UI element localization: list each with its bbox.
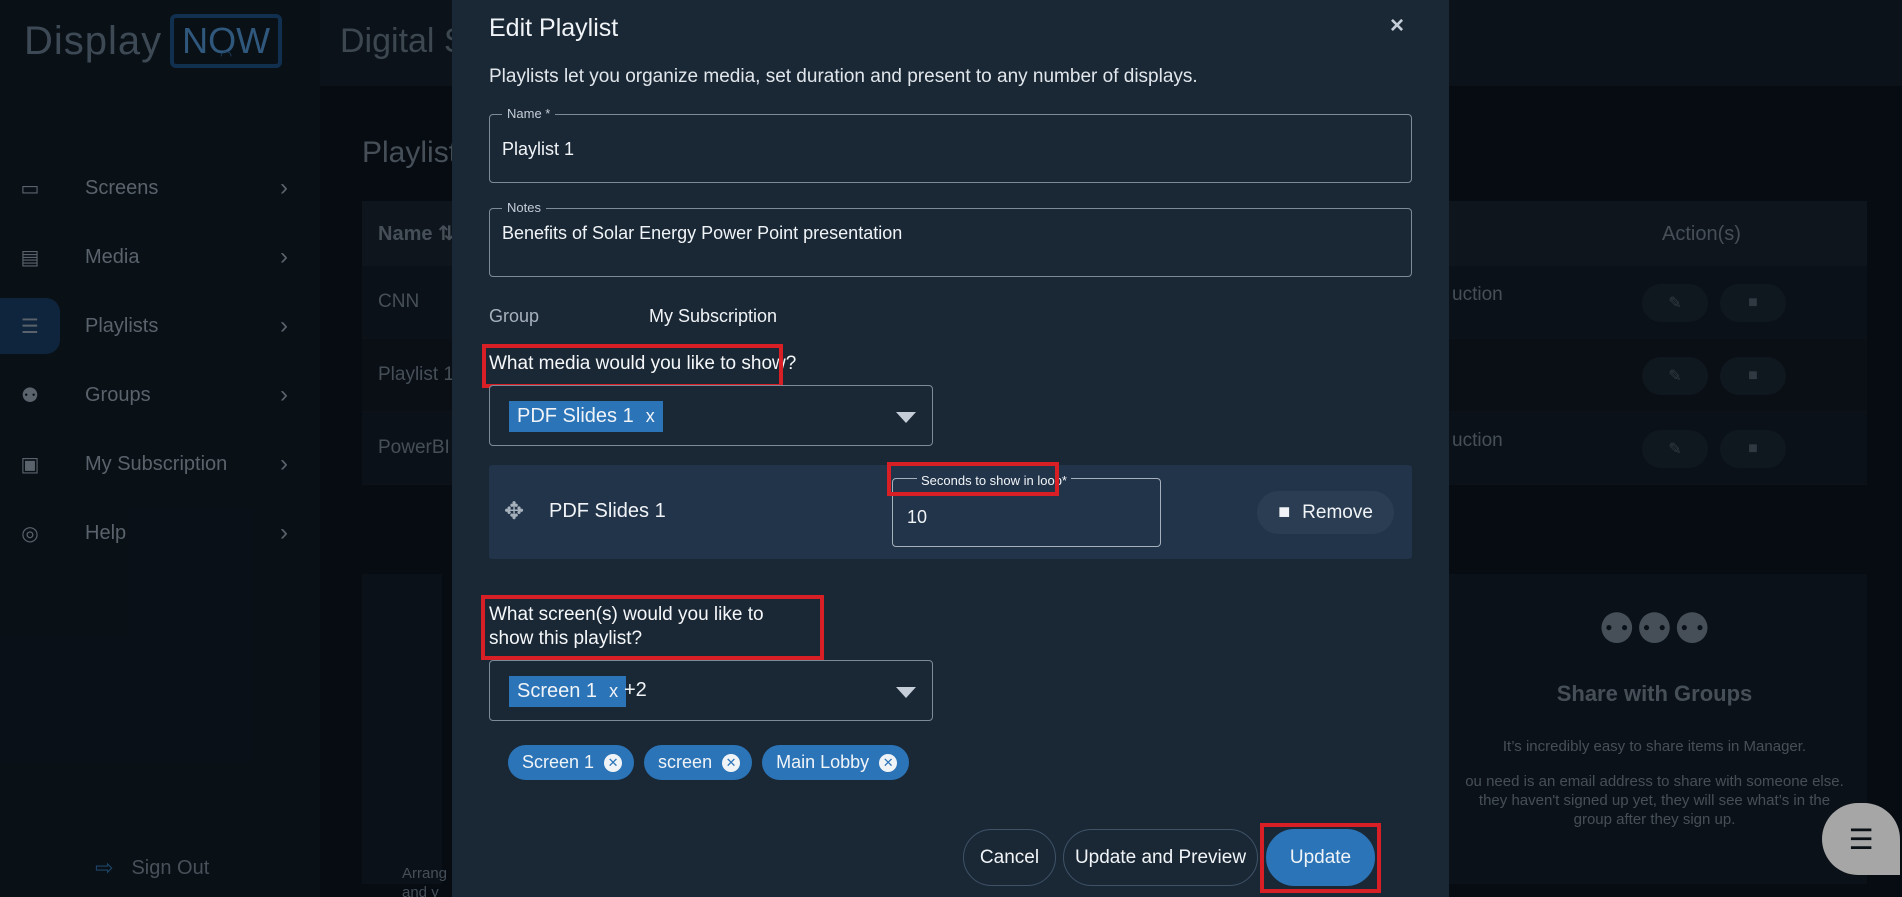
media-item-row: ✥ PDF Slides 1 Seconds to show in loop* … [489, 462, 1412, 559]
close-icon[interactable]: ✕ [722, 753, 741, 772]
remove-media-button[interactable]: ■ Remove [1257, 491, 1394, 534]
media-select[interactable]: PDF Slides 1 x [489, 385, 933, 446]
notes-field-label: Notes [502, 200, 546, 215]
screen-chip-label: screen [658, 752, 713, 772]
screens-select[interactable]: Screen 1 x +2 [489, 660, 933, 721]
name-field: Name * [489, 106, 1412, 183]
remove-tag-icon[interactable]: x [646, 406, 655, 427]
screen-chip: Screen 1 ✕ [508, 745, 635, 780]
close-icon[interactable]: ✕ [879, 753, 898, 772]
highlight-box-screens-question [481, 595, 824, 660]
close-icon[interactable]: ✕ [604, 753, 623, 772]
remove-media-label: Remove [1302, 501, 1373, 523]
selected-screen-label: Screen 1 [517, 680, 598, 702]
notes-field: Notes Benefits of Solar Energy Power Poi… [489, 200, 1412, 277]
selected-screen-tag: Screen 1 x [509, 676, 627, 707]
screen-chip: screen ✕ [644, 745, 753, 780]
selected-media-label: PDF Slides 1 [517, 405, 634, 427]
media-item-name: PDF Slides 1 [549, 500, 666, 522]
modal-title: Edit Playlist [489, 14, 619, 42]
highlight-box-media-question [482, 344, 783, 388]
group-value: My Subscription [649, 306, 778, 326]
remove-tag-icon[interactable]: x [609, 681, 618, 702]
chevron-down-icon [896, 687, 916, 698]
modal-description: Playlists let you organize media, set du… [489, 66, 1198, 87]
update-and-preview-button[interactable]: Update and Preview [1063, 829, 1258, 886]
more-screens-count: +2 [624, 679, 647, 701]
highlight-box-seconds-label [887, 462, 1059, 496]
screen-chip-label: Screen 1 [522, 752, 595, 772]
notes-input[interactable]: Benefits of Solar Energy Power Point pre… [502, 223, 1392, 267]
group-label: Group [489, 306, 540, 326]
selected-media-tag: PDF Slides 1 x [509, 401, 663, 432]
highlight-box-update-button [1260, 823, 1381, 893]
screen-chip: Main Lobby ✕ [762, 745, 910, 780]
trash-icon: ■ [1278, 501, 1291, 523]
selected-screens-chips: Screen 1 ✕ screen ✕ Main Lobby ✕ [508, 745, 910, 780]
name-input[interactable] [502, 139, 1392, 160]
chevron-down-icon [896, 412, 916, 423]
close-icon[interactable]: × [1390, 12, 1404, 40]
edit-playlist-modal: Edit Playlist × Playlists let you organi… [452, 0, 1449, 897]
screen-chip-label: Main Lobby [776, 752, 870, 772]
drag-handle-icon[interactable]: ✥ [504, 497, 524, 526]
seconds-input[interactable] [907, 507, 1147, 528]
cancel-button[interactable]: Cancel [963, 829, 1056, 886]
name-field-label: Name * [502, 106, 556, 121]
